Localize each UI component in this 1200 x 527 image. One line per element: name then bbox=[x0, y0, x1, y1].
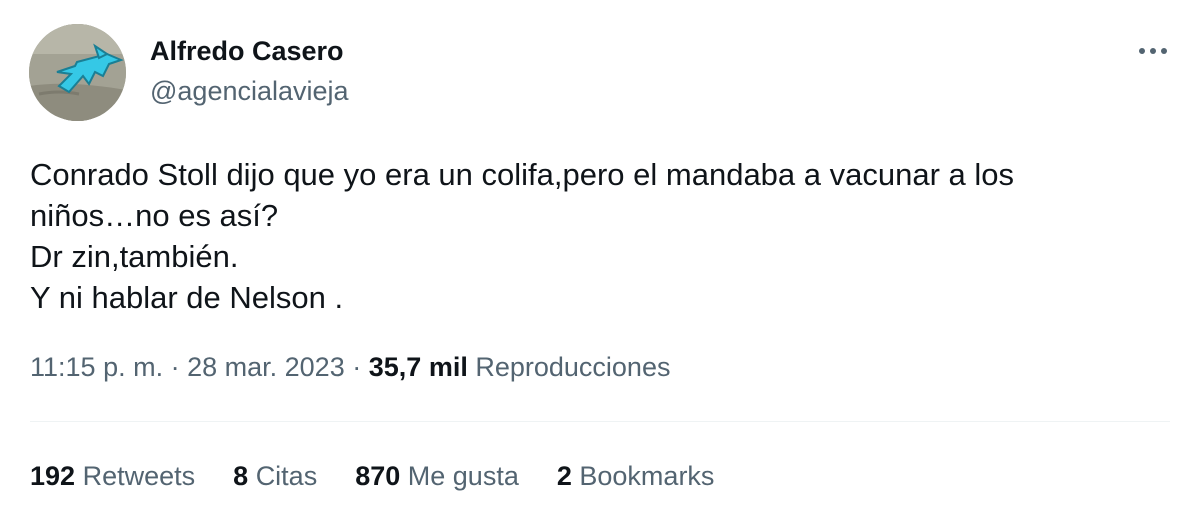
tweet-text-line: Conrado Stoll dijo que yo era un colifa,… bbox=[30, 157, 1015, 192]
divider bbox=[30, 421, 1170, 422]
meta-separator: · bbox=[352, 352, 362, 382]
tweet-date-link[interactable]: 28 mar. 2023 bbox=[187, 352, 345, 382]
tweet-card: Alfredo Casero @agencialavieja Conrado S… bbox=[0, 0, 1200, 527]
views-count: 35,7 mil bbox=[368, 352, 468, 382]
more-options-button[interactable] bbox=[1136, 36, 1170, 66]
more-horizontal-icon bbox=[1139, 48, 1167, 54]
quotes-count: 8 bbox=[233, 461, 249, 491]
tweet-text-line: Y ni hablar de Nelson . bbox=[30, 280, 344, 315]
bookmarks-label: Bookmarks bbox=[579, 461, 715, 491]
quotes-stat[interactable]: 8 Citas bbox=[233, 459, 317, 493]
likes-label: Me gusta bbox=[407, 461, 519, 491]
retweets-count: 192 bbox=[30, 461, 76, 491]
retweets-label: Retweets bbox=[82, 461, 196, 491]
tweet-text-line: Dr zin,también. bbox=[30, 239, 239, 274]
retweets-stat[interactable]: 192 Retweets bbox=[30, 459, 195, 493]
tweet-text: Conrado Stoll dijo que yo era un colifa,… bbox=[30, 154, 1170, 318]
hammerhead-shark-icon bbox=[29, 24, 126, 121]
tweet-meta: 11:15 p. m. · 28 mar. 2023 · 35,7 mil Re… bbox=[30, 350, 670, 384]
author-handle[interactable]: @agencialavieja bbox=[150, 75, 349, 107]
tweet-stats: 192 Retweets 8 Citas 870 Me gusta 2 Book… bbox=[30, 459, 714, 493]
quotes-label: Citas bbox=[255, 461, 318, 491]
author-display-name[interactable]: Alfredo Casero bbox=[150, 35, 344, 67]
tweet-text-line: niños…no es así? bbox=[30, 198, 279, 233]
likes-count: 870 bbox=[355, 461, 401, 491]
views-label: Reproducciones bbox=[475, 352, 671, 382]
avatar[interactable] bbox=[29, 24, 126, 121]
bookmarks-count: 2 bbox=[556, 461, 572, 491]
bookmarks-stat[interactable]: 2 Bookmarks bbox=[557, 459, 715, 493]
likes-stat[interactable]: 870 Me gusta bbox=[355, 459, 519, 493]
tweet-time-link[interactable]: 11:15 p. m. bbox=[30, 352, 163, 382]
meta-separator: · bbox=[170, 352, 180, 382]
